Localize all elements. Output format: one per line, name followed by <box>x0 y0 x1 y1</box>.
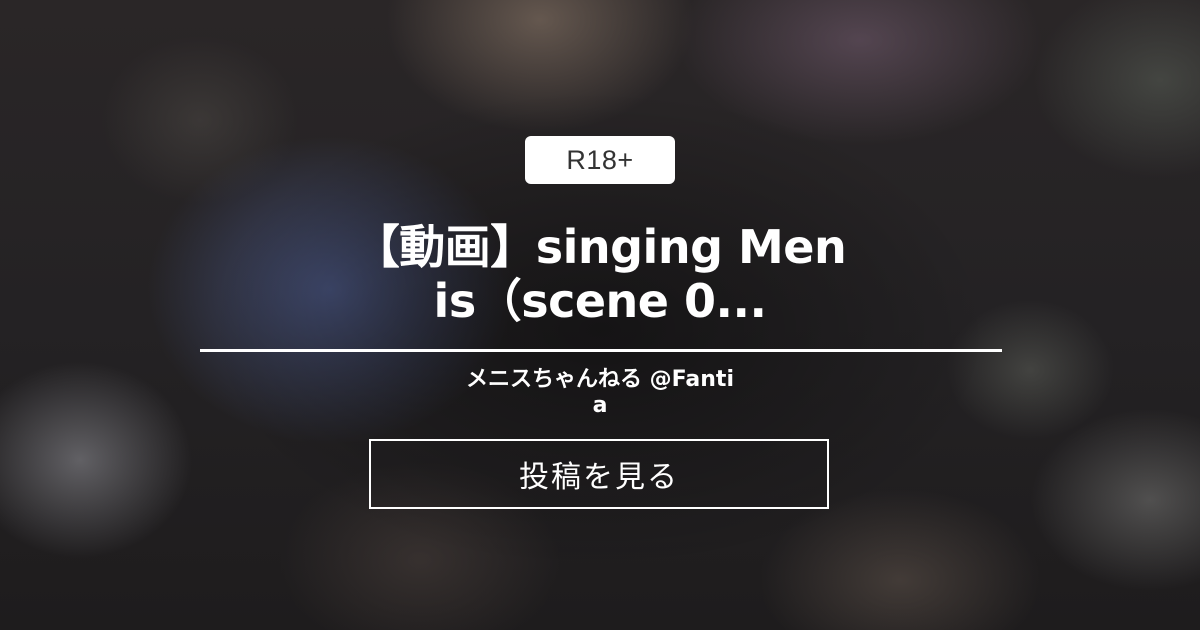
post-title-line: 【動画】singing Men <box>353 220 847 274</box>
view-post-button[interactable]: 投稿を見る <box>369 439 829 509</box>
author-name-line: a <box>592 393 608 418</box>
share-card: R18+ 【動画】singing Men is（scene 0... メニスちゃ… <box>0 0 1200 630</box>
author-name-line: メニスちゃんねる @Fanti <box>466 367 734 392</box>
age-rating-badge: R18+ <box>525 136 675 184</box>
post-title: 【動画】singing Men is（scene 0... <box>230 220 970 328</box>
author-name: メニスちゃんねる @Fanti a <box>420 367 780 419</box>
title-divider <box>200 349 1002 352</box>
post-title-line: is（scene 0... <box>433 274 767 328</box>
